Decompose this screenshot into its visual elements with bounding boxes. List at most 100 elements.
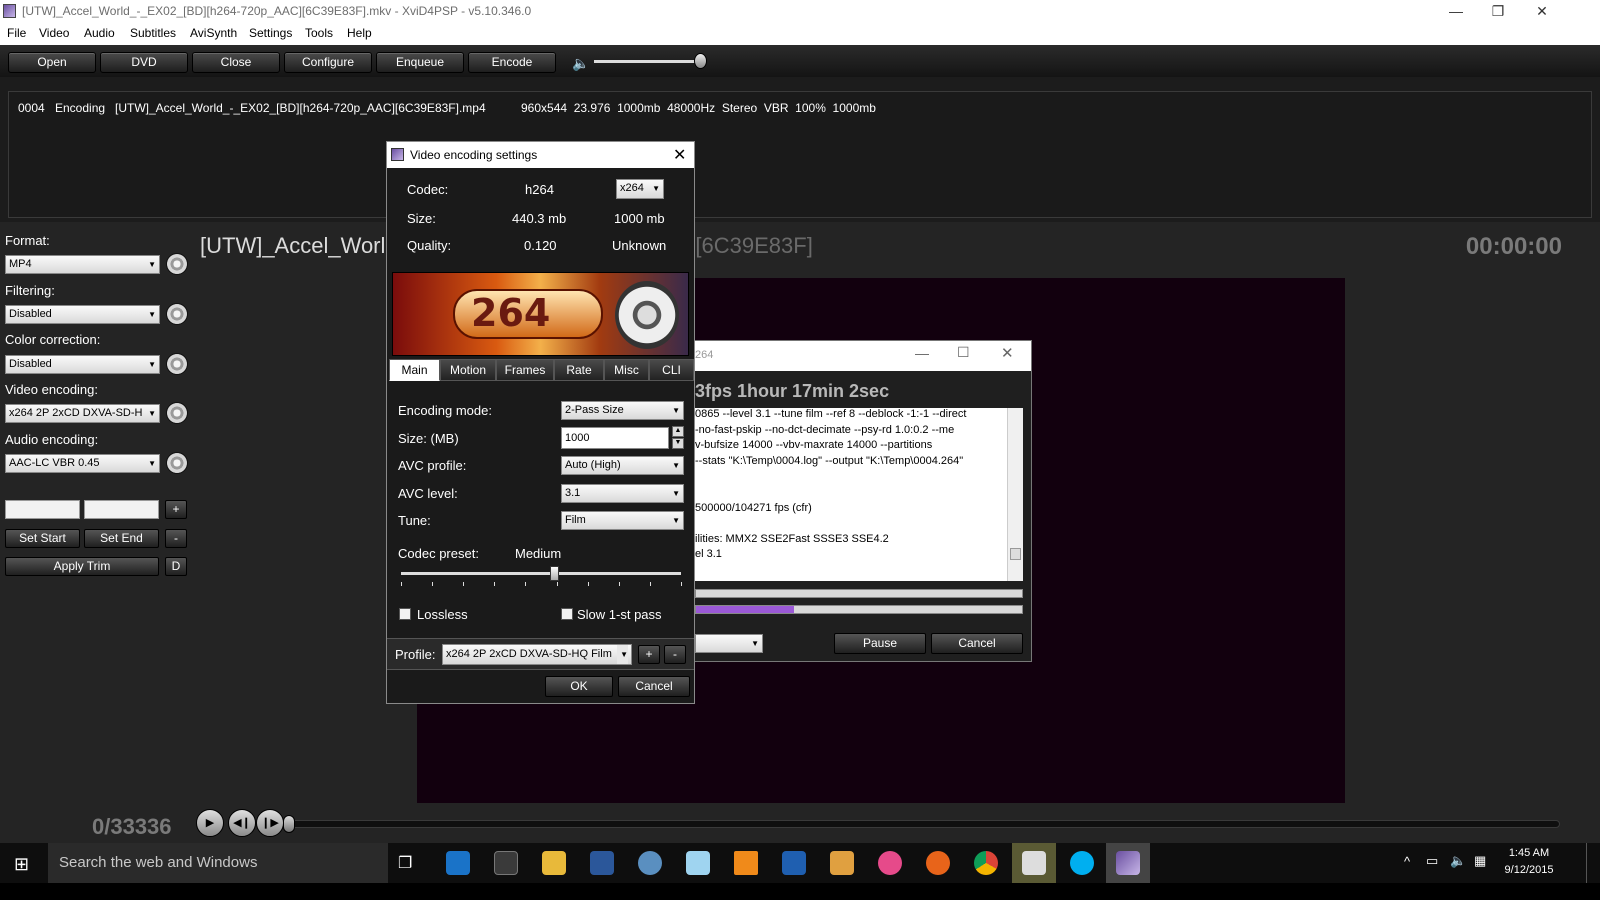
profile-select[interactable]: x264 2P 2xCD DXVA-SD-HQ Film ▼	[442, 644, 632, 665]
tab-main[interactable]: Main	[389, 359, 440, 381]
color-settings-gear-icon[interactable]	[166, 353, 188, 375]
menu-help[interactable]: Help	[347, 26, 372, 40]
configure-button[interactable]: Configure	[284, 52, 372, 73]
video-settings-gear-icon[interactable]	[166, 402, 188, 424]
color-correction-select[interactable]: Disabled ▼	[5, 355, 160, 374]
format-select[interactable]: MP4 ▼	[5, 255, 160, 274]
network-icon[interactable]: ▭	[1426, 853, 1438, 869]
lossless-checkbox[interactable]	[399, 608, 411, 620]
play-icon[interactable]: ▶	[196, 809, 224, 837]
media-player-icon[interactable]	[830, 851, 854, 875]
set-start-button[interactable]: Set Start	[5, 529, 80, 548]
taskbar-search[interactable]: Search the web and Windows	[48, 843, 388, 883]
avc-profile-select[interactable]: Auto (High) ▼	[561, 456, 684, 475]
encoding-log[interactable]: 0865 --level 3.1 --tune film --ref 8 --d…	[695, 408, 1023, 581]
frame-forward-icon[interactable]: ❙▶	[256, 809, 284, 837]
audio-encoding-select[interactable]: AAC-LC VBR 0.45 ▼	[5, 454, 160, 473]
encoding-cancel-button[interactable]: Cancel	[931, 633, 1023, 654]
format-settings-gear-icon[interactable]	[166, 253, 188, 275]
app-icon-1[interactable]	[638, 851, 662, 875]
minimize-button[interactable]: —	[1434, 0, 1478, 23]
priority-select[interactable]: ▼	[695, 634, 763, 653]
encoding-mode-select[interactable]: 2-Pass Size ▼	[561, 401, 684, 420]
open-button[interactable]: Open	[8, 52, 96, 73]
video-encoding-select[interactable]: x264 2P 2xCD DXVA-SD-H ▼	[5, 404, 160, 423]
tab-cli[interactable]: CLI	[649, 359, 694, 381]
file-explorer-icon[interactable]	[542, 851, 566, 875]
menu-file[interactable]: File	[7, 26, 26, 40]
skype-icon[interactable]	[1070, 851, 1094, 875]
volume-slider[interactable]	[594, 60, 704, 63]
seek-slider[interactable]	[290, 820, 1560, 828]
size-down-icon[interactable]: ▼	[672, 438, 684, 449]
show-desktop-button[interactable]	[1586, 843, 1594, 883]
codec-select[interactable]: x264 ▼	[616, 179, 664, 199]
remove-trim-button[interactable]: -	[165, 529, 187, 548]
vlc-icon[interactable]	[734, 851, 758, 875]
store-icon[interactable]	[494, 851, 518, 875]
profile-remove-button[interactable]: -	[664, 645, 686, 664]
filtering-select[interactable]: Disabled ▼	[5, 305, 160, 324]
codec-preset-thumb[interactable]	[550, 566, 559, 581]
chrome-icon[interactable]	[974, 851, 998, 875]
volume-thumb[interactable]	[694, 53, 707, 69]
codec-preset-slider[interactable]	[401, 572, 681, 575]
apply-trim-button[interactable]: Apply Trim	[5, 557, 159, 576]
firefox-icon[interactable]	[926, 851, 950, 875]
xvid4psp-icon[interactable]	[1116, 851, 1140, 875]
itunes-icon[interactable]	[878, 851, 902, 875]
tune-select[interactable]: Film ▼	[561, 511, 684, 530]
size-mb-input[interactable]: 1000	[561, 427, 669, 449]
edge-icon[interactable]	[446, 851, 470, 875]
set-end-button[interactable]: Set End	[84, 529, 159, 548]
frame-back-icon[interactable]: ◀❙	[228, 809, 256, 837]
log-scroll-thumb[interactable]	[1010, 548, 1021, 560]
word-icon[interactable]	[590, 851, 614, 875]
enc-close-icon[interactable]: ✕	[1001, 344, 1014, 362]
menu-settings[interactable]: Settings	[249, 26, 292, 40]
queue-list[interactable]: 0004 Encoding [UTW]_Accel_World_-_EX02_[…	[8, 91, 1592, 218]
slow-first-pass-checkbox[interactable]	[561, 608, 573, 620]
speaker-icon[interactable]: 🔈	[572, 55, 589, 72]
keyboard-icon[interactable]: ▦	[1474, 853, 1486, 869]
log-scrollbar[interactable]	[1007, 408, 1023, 581]
encode-button[interactable]: Encode	[468, 52, 556, 73]
profile-add-button[interactable]: +	[638, 645, 660, 664]
dvd-button[interactable]: DVD	[100, 52, 188, 73]
dialog-cancel-button[interactable]: Cancel	[618, 676, 690, 697]
pause-button[interactable]: Pause	[834, 633, 926, 654]
ok-button[interactable]: OK	[545, 676, 613, 697]
d-button[interactable]: D	[165, 557, 187, 576]
restore-button[interactable]: ❐	[1476, 0, 1520, 23]
tab-motion[interactable]: Motion	[440, 359, 496, 381]
tab-frames[interactable]: Frames	[496, 359, 554, 381]
dialog-close-icon[interactable]: ✕	[673, 145, 686, 165]
tab-rate[interactable]: Rate	[554, 359, 604, 381]
windows-start-icon[interactable]: ⊞	[14, 854, 29, 875]
close-window-button[interactable]: ✕	[1520, 0, 1564, 23]
clock-time[interactable]: 1:45 AM	[1500, 847, 1558, 859]
seek-thumb[interactable]	[283, 815, 295, 833]
menu-audio[interactable]: Audio	[84, 26, 115, 40]
enc-maximize-icon[interactable]: ☐	[957, 344, 970, 361]
clock-date[interactable]: 9/12/2015	[1500, 864, 1558, 876]
tab-misc[interactable]: Misc	[604, 359, 649, 381]
avc-level-select[interactable]: 3.1 ▼	[561, 484, 684, 503]
add-trim-button[interactable]: +	[165, 500, 187, 519]
filtering-settings-gear-icon[interactable]	[166, 303, 188, 325]
app-icon-3[interactable]	[782, 851, 806, 875]
enc-minimize-icon[interactable]: —	[915, 345, 929, 361]
close-button[interactable]: Close	[192, 52, 280, 73]
volume-tray-icon[interactable]: 🔈	[1450, 853, 1466, 869]
size-up-icon[interactable]: ▲	[672, 426, 684, 437]
enqueue-button[interactable]: Enqueue	[376, 52, 464, 73]
trim-end-input[interactable]	[84, 500, 159, 519]
menu-tools[interactable]: Tools	[305, 26, 333, 40]
menu-avisynth[interactable]: AviSynth	[190, 26, 237, 40]
audio-settings-gear-icon[interactable]	[166, 452, 188, 474]
tray-chevron-icon[interactable]: ^	[1404, 854, 1410, 869]
app-icon-2[interactable]	[686, 851, 710, 875]
task-view-icon[interactable]: ❐	[398, 853, 412, 873]
menu-video[interactable]: Video	[39, 26, 69, 40]
menu-subtitles[interactable]: Subtitles	[130, 26, 176, 40]
